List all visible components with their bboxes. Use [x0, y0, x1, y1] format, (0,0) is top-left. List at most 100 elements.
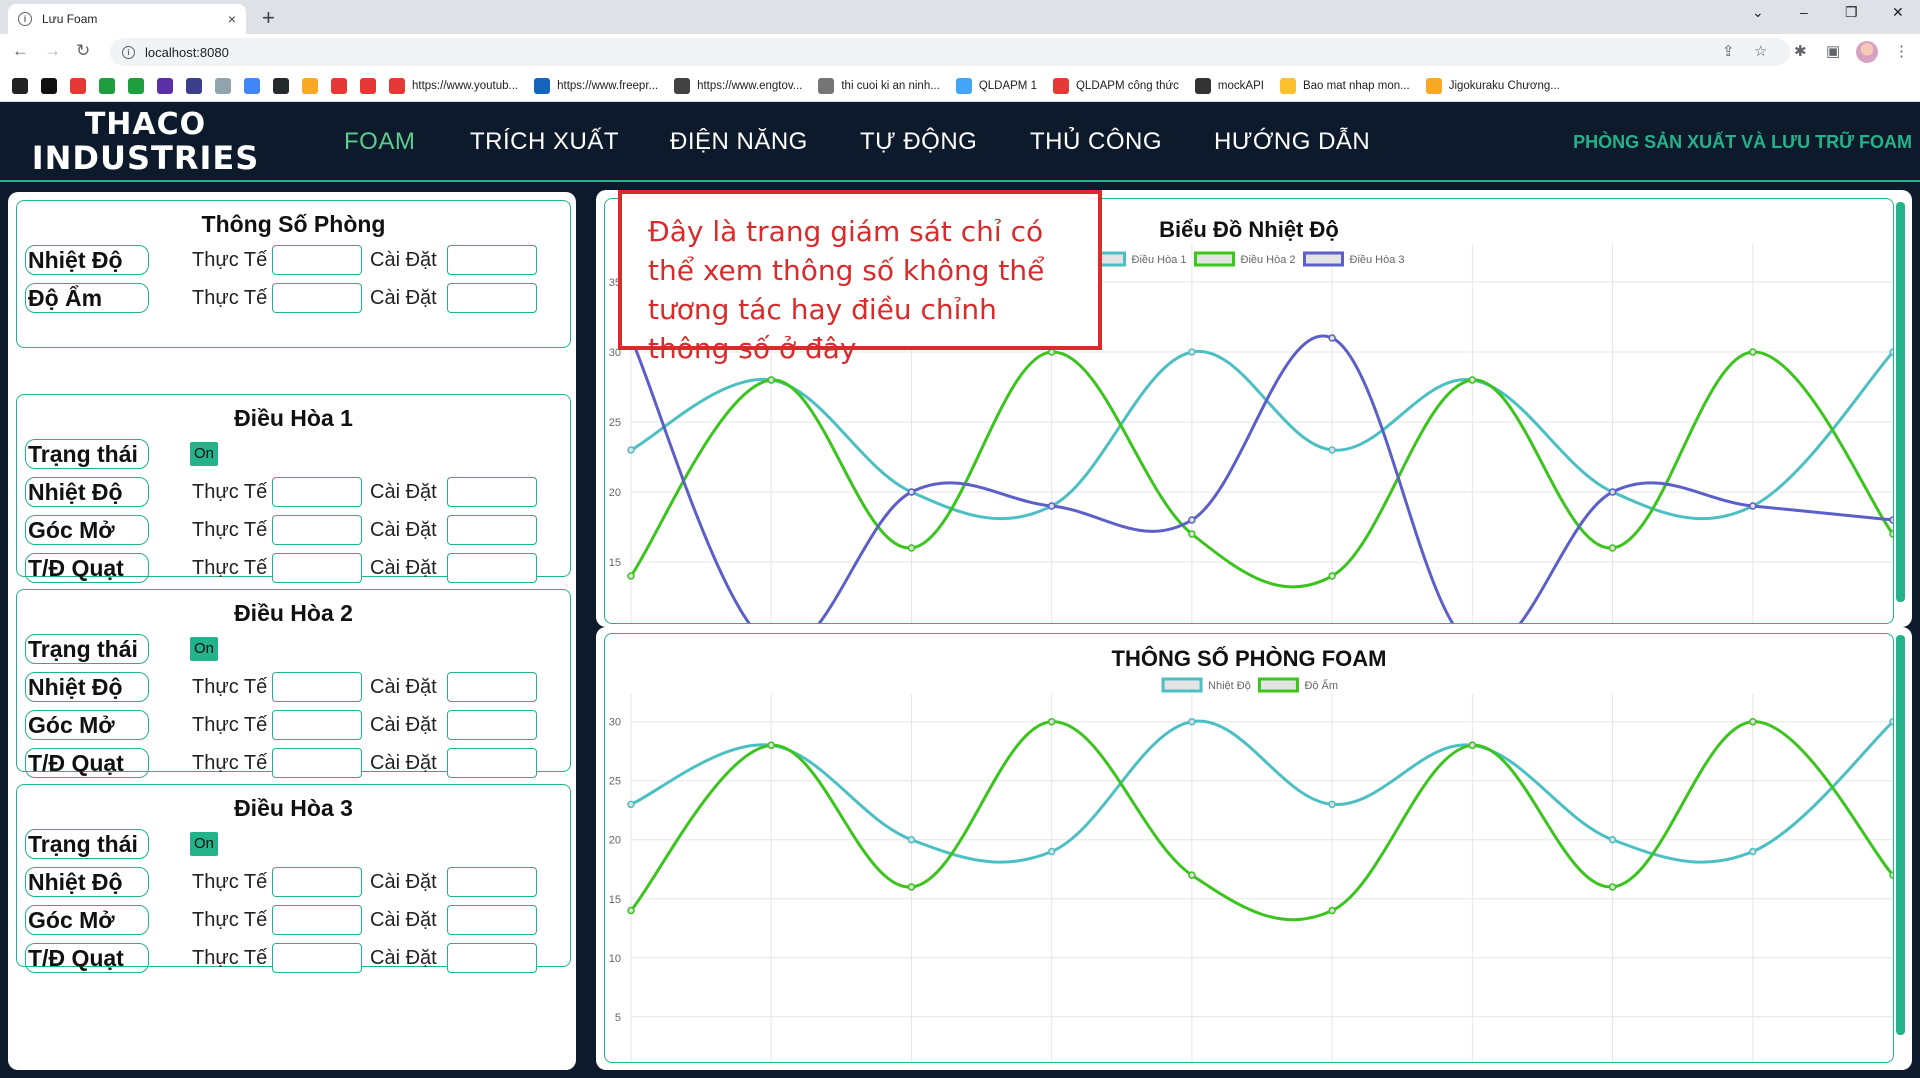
bookmark-item[interactable]: QLDAPM 1 [955, 77, 1037, 94]
site-info-icon[interactable]: i [122, 45, 135, 59]
ac-unit-1-box: Điều Hòa 1 Trạng thái On Nhiệt Độ Thực Tế Cài… [16, 394, 571, 583]
ac-angle-label: Góc Mở [25, 905, 149, 935]
bookmark-item[interactable]: https://www.engtov... [674, 77, 802, 94]
data-point [1889, 516, 1893, 524]
setpoint-label: Cài Đặt [370, 752, 437, 774]
ac-angle-label: Góc Mở [25, 515, 149, 545]
logo-line-1: THACO [84, 107, 207, 142]
series-line [629, 350, 1893, 589]
series-line [630, 719, 1893, 864]
browser-toolbar: ← → ↻ i localhost:8080 ⇪ ☆ ✱ ▣ ⋮ [0, 34, 1920, 70]
data-point [1608, 488, 1617, 496]
legend-label: Điều Hòa 2 [1241, 254, 1296, 266]
annotation-box: Đây là trang giám sát chỉ có thể xem thô… [618, 190, 1102, 365]
bookmark-item[interactable]: thi cuoi ki an ninh... [818, 77, 940, 94]
bookmark-item[interactable] [302, 77, 325, 94]
ac-temp-actual-field [272, 867, 362, 897]
bookmark-item[interactable]: https://www.freepr... [534, 77, 659, 94]
bookmark-item[interactable] [244, 77, 267, 94]
chart-scrollbar[interactable] [1896, 202, 1905, 602]
data-point [1608, 883, 1617, 891]
close-icon[interactable]: × [228, 11, 236, 27]
data-point [1468, 376, 1477, 384]
nav-tu-dong[interactable]: TỰ ĐỘNG [860, 128, 977, 156]
forward-icon[interactable]: → [44, 41, 61, 61]
actual-label: Thực Tế [192, 676, 268, 698]
bookmark-item[interactable] [360, 77, 383, 94]
bookmark-item[interactable] [215, 77, 238, 94]
bookmark-item[interactable]: https://www.youtub... [389, 77, 518, 94]
bookmark-item[interactable]: Bao mat nhap mon... [1279, 77, 1410, 94]
setpoint-label: Cài Đặt [370, 481, 437, 503]
restore-icon[interactable]: ❐ [1845, 4, 1858, 21]
room-foam-chart: 5 10 15 20 25 30 Nhiệt Độ Độ Ẩm [609, 677, 1893, 1062]
bookmark-item[interactable] [186, 77, 209, 94]
bookmark-item[interactable] [70, 77, 93, 94]
setpoint-label: Cài Đặt [370, 676, 437, 698]
data-point [1889, 348, 1893, 356]
bookmark-icon [302, 77, 318, 94]
data-point [627, 572, 635, 580]
setpoint-label: Cài Đặt [370, 557, 437, 579]
legend-label: Độ Ẩm [1304, 679, 1338, 692]
room-params-title: Thông Số Phòng [201, 211, 386, 237]
close-window-icon[interactable]: ✕ [1892, 4, 1904, 21]
address-bar[interactable]: i localhost:8080 [110, 38, 1790, 66]
extensions-icon[interactable]: ✱ [1794, 42, 1807, 60]
actual-label: Thực Tế [192, 557, 268, 579]
bookmark-icon [99, 77, 115, 94]
bookmark-item[interactable] [99, 77, 122, 94]
browser-tab[interactable]: i Lưu Foam × [8, 4, 246, 34]
profile-avatar[interactable] [1856, 41, 1878, 63]
bookmark-item[interactable] [331, 77, 354, 94]
actual-label: Thực Tế [192, 249, 268, 271]
y-tick-label: 30 [609, 717, 621, 729]
bookmark-icon [70, 77, 86, 94]
bookmark-icon [955, 77, 972, 94]
bookmark-item[interactable] [41, 77, 64, 94]
bookmark-item[interactable] [12, 77, 35, 94]
nav-huong-dan[interactable]: HƯỚNG DẪN [1214, 128, 1370, 156]
ac-unit-title: Điều Hòa 2 [234, 600, 353, 626]
share-icon[interactable]: ⇪ [1722, 42, 1735, 60]
nav-dien-nang[interactable]: ĐIỆN NĂNG [670, 128, 808, 156]
tab-search-icon[interactable]: ⌄ [1752, 4, 1764, 21]
nav-thu-cong[interactable]: THỦ CÔNG [1030, 128, 1162, 156]
side-panel-icon[interactable]: ▣ [1826, 42, 1840, 60]
data-point [907, 835, 916, 844]
actual-label: Thực Tế [192, 287, 268, 309]
menu-kebab-icon[interactable]: ⋮ [1894, 42, 1909, 60]
chart-scrollbar[interactable] [1896, 635, 1905, 1035]
bookmark-item[interactable] [128, 77, 151, 94]
bookmark-item[interactable]: Jigokuraku Chương... [1425, 77, 1560, 94]
bookmark-icon [128, 77, 144, 94]
bookmark-item[interactable]: QLDAPM công thức [1052, 77, 1179, 94]
bookmark-icon [818, 77, 835, 94]
data-point [767, 741, 775, 750]
ac-angle-setpoint-field [447, 710, 537, 740]
ac-temp-label: Nhiệt Độ [25, 477, 149, 507]
bookmark-item[interactable] [273, 77, 296, 94]
reload-icon[interactable]: ↻ [76, 41, 90, 61]
nav-foam[interactable]: FOAM [344, 128, 415, 156]
bookmark-icon [1279, 77, 1296, 94]
ac-fan-actual-field [272, 748, 362, 778]
bookmark-label: https://www.freepr... [557, 79, 659, 92]
ac-temp-label: Nhiệt Độ [25, 672, 149, 702]
bookmark-star-icon[interactable]: ☆ [1754, 42, 1767, 60]
ac-status-label: Trạng thái [25, 829, 149, 859]
nav-trich-xuat[interactable]: TRÍCH XUẤT [470, 128, 619, 156]
ac-unit-2-box: Điều Hòa 2 Trạng thái On Nhiệt Độ Thực Tế Cài… [16, 589, 571, 778]
data-point [1328, 446, 1336, 454]
minimize-icon[interactable]: – [1800, 4, 1808, 20]
ac-temp-label: Nhiệt Độ [25, 867, 149, 897]
data-point [1328, 334, 1336, 342]
bookmark-item[interactable]: mockAPI [1194, 77, 1264, 94]
bookmark-icon [244, 77, 260, 94]
back-icon[interactable]: ← [12, 41, 29, 61]
new-tab-button[interactable]: + [262, 5, 275, 31]
setpoint-label: Cài Đặt [370, 947, 437, 969]
bookmark-icon [674, 77, 691, 94]
bookmark-item[interactable] [157, 77, 180, 94]
data-point [1328, 906, 1336, 915]
